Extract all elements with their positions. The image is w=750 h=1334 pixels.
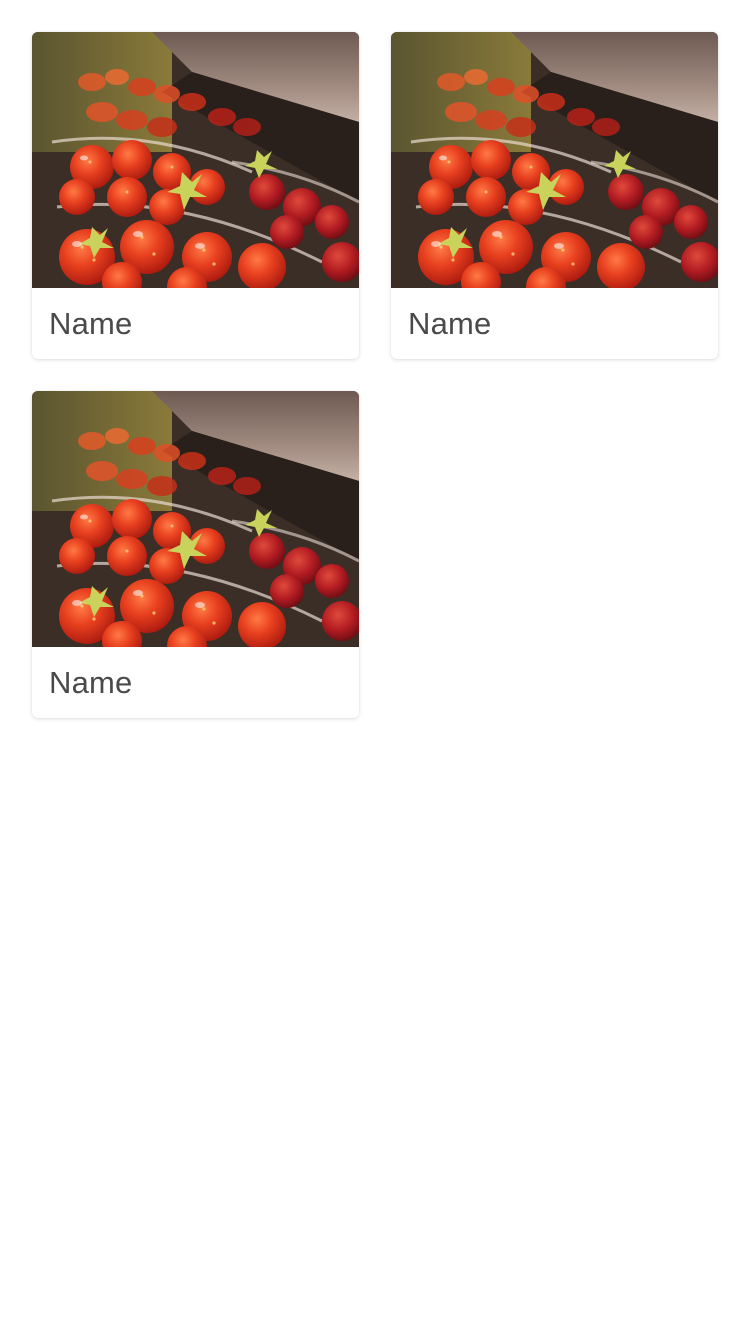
- product-name: Name: [408, 305, 492, 341]
- product-name: Name: [49, 305, 133, 341]
- strawberries-photo: [32, 32, 359, 288]
- product-card[interactable]: Name: [32, 391, 359, 718]
- product-name: Name: [49, 664, 133, 700]
- product-grid: Name Name Name: [32, 32, 718, 718]
- strawberries-photo: [391, 32, 718, 288]
- strawberries-photo: [32, 391, 359, 647]
- product-card[interactable]: Name: [391, 32, 718, 359]
- product-card[interactable]: Name: [32, 32, 359, 359]
